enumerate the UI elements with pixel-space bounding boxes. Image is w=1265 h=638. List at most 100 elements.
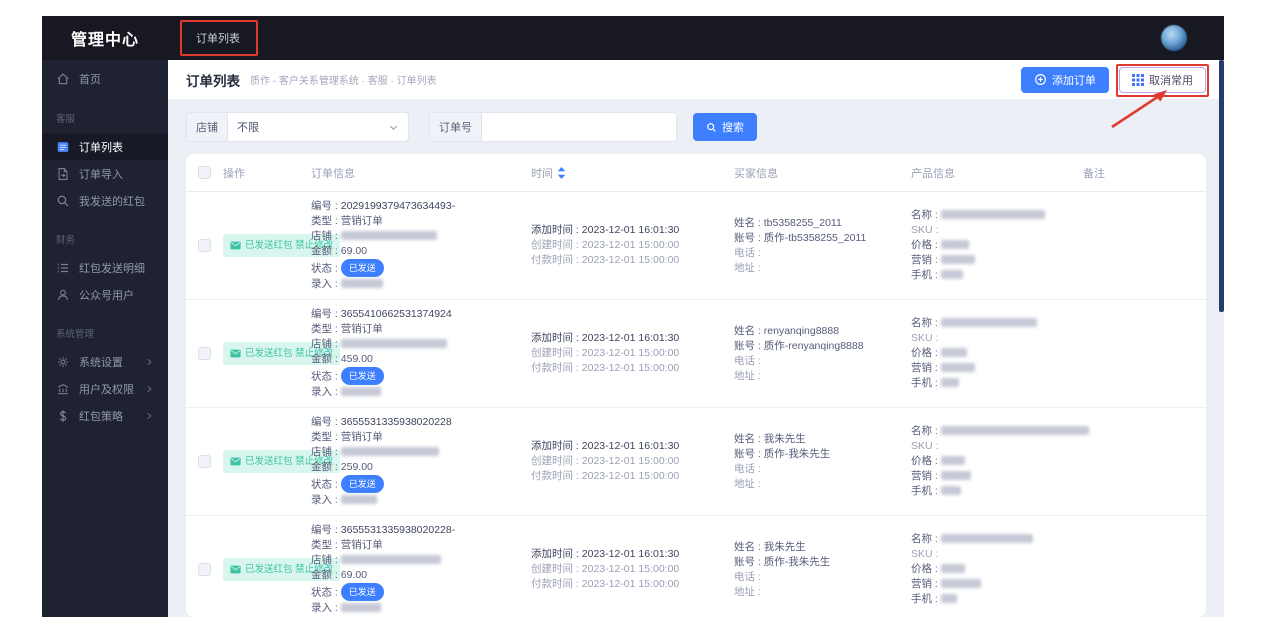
- field-value: 2023-12-01 15:00:00: [581, 455, 680, 467]
- redacted-value: [940, 210, 1045, 219]
- sidebar-item-label: 订单导入: [79, 168, 123, 181]
- field-value: 2023-12-01 15:00:00: [581, 578, 680, 590]
- search-button[interactable]: 搜索: [693, 113, 757, 141]
- order-no-line: 编号 : 3655410662531374924: [311, 307, 527, 322]
- row-checkbox[interactable]: [198, 239, 211, 252]
- time-paid-line: 付款时间 : 2023-12-01 15:00:00: [531, 361, 730, 376]
- sort-icon[interactable]: [557, 166, 566, 179]
- field-value: 3655531335938020228: [340, 416, 452, 428]
- field-label: 金额 :: [311, 245, 341, 257]
- buyer-phone-line: 电话 :: [734, 570, 907, 585]
- field-label: 类型 :: [311, 215, 341, 227]
- product-marketing-line: 营销 :: [911, 577, 1079, 592]
- redacted-value: [940, 486, 961, 495]
- field-value: 2023-12-01 16:01:30: [581, 224, 680, 236]
- field-label: 账号 :: [734, 447, 764, 460]
- product-info-cell: 名称 : SKU : 价格 : 营销 : 手机 :: [911, 516, 1083, 617]
- vertical-scrollbar-thumb[interactable]: [1219, 60, 1224, 312]
- sidebar-item[interactable]: 红包策略: [42, 402, 168, 429]
- order-info-cell: 编号 : 3655531335938020228- 类型 : 营销订单 店铺 : 金…: [311, 516, 531, 617]
- redacted-value: [940, 363, 975, 372]
- product-phone-line: 手机 :: [911, 268, 1079, 283]
- user-avatar[interactable]: [1161, 25, 1187, 51]
- order-no-filter-label: 订单号: [430, 113, 482, 141]
- product-marketing-line: 营销 :: [911, 469, 1079, 484]
- sidebar-item-home[interactable]: 首页: [42, 65, 168, 93]
- table-row: 已发送红包 禁止修改 编号 : 3655531335938020228- 类型 : …: [186, 516, 1206, 617]
- shop-select[interactable]: 不限: [228, 113, 408, 141]
- search-icon: [56, 194, 70, 208]
- field-label: 状态 :: [311, 586, 341, 599]
- sidebar-section-label: 客服: [56, 114, 76, 125]
- order-type-line: 类型 : 营销订单: [311, 430, 527, 445]
- cancel-favorite-button[interactable]: 取消常用: [1116, 63, 1209, 97]
- order-no-filter: 订单号: [429, 112, 677, 142]
- row-check-cell: [198, 408, 223, 515]
- order-entry-line: 录入 :: [311, 385, 527, 400]
- field-label: 电话 :: [734, 354, 761, 367]
- row-check-cell: [198, 516, 223, 617]
- buyer-name-line: 姓名 : 我朱先生: [734, 540, 907, 555]
- select-all-checkbox[interactable]: [198, 166, 211, 179]
- add-order-button[interactable]: 添加订单: [1021, 66, 1109, 93]
- row-checkbox[interactable]: [198, 347, 211, 360]
- redacted-value: [340, 231, 437, 240]
- time-cell: 添加时间 : 2023-12-01 16:01:30 创建时间 : 2023-12…: [531, 516, 734, 617]
- sidebar-item-label: 订单列表: [79, 141, 123, 154]
- row-checkbox[interactable]: [198, 455, 211, 468]
- field-label: 状态 :: [311, 370, 341, 383]
- field-label: 付款时间 :: [531, 470, 582, 482]
- sidebar-item[interactable]: 订单列表: [42, 133, 168, 160]
- cancel-favorite-label: 取消常用: [1149, 74, 1193, 87]
- col-note: 备注: [1083, 167, 1105, 180]
- product-name-line: 名称 :: [911, 532, 1079, 547]
- redacted-value: [940, 426, 1089, 435]
- sidebar-item[interactable]: 我发送的红包: [42, 187, 168, 214]
- sidebar-section: 财务 红包发送明细 公众号用户: [42, 232, 168, 308]
- field-label: 地址 :: [734, 585, 761, 598]
- sidebar-item[interactable]: 用户及权限: [42, 375, 168, 402]
- tab-order-list[interactable]: 订单列表: [180, 20, 258, 56]
- product-marketing-line: 营销 :: [911, 253, 1079, 268]
- buyer-address-line: 地址 :: [734, 369, 907, 384]
- operation-cell: 已发送红包 禁止修改: [223, 192, 341, 299]
- field-value: 营销订单: [340, 431, 383, 443]
- envelope-icon: [230, 457, 241, 466]
- field-label: 名称 :: [911, 425, 941, 437]
- product-price-line: 价格 :: [911, 562, 1079, 577]
- user-icon: [56, 288, 70, 302]
- order-no-input[interactable]: [482, 113, 676, 141]
- redacted-value: [940, 348, 967, 357]
- col-buyer-info: 买家信息: [734, 167, 778, 180]
- chevron-right-icon: [144, 411, 154, 421]
- field-label: 类型 :: [311, 323, 341, 335]
- field-label: 电话 :: [734, 570, 761, 583]
- redacted-value: [940, 579, 981, 588]
- sidebar-item[interactable]: 公众号用户: [42, 281, 168, 308]
- sidebar-item[interactable]: 订单导入: [42, 160, 168, 187]
- row-checkbox[interactable]: [198, 563, 211, 576]
- field-label: 地址 :: [734, 477, 761, 490]
- plus-circle-icon: [1034, 73, 1047, 86]
- field-label: 编号 :: [311, 524, 341, 536]
- table-body: 已发送红包 禁止修改 编号 : 2029199379473634493- 类型 : …: [186, 192, 1206, 617]
- field-label: 状态 :: [311, 262, 341, 275]
- page: 管理中心 订单列表 首页 客服 订单列表 订单导入 我发送的红包 财务 红包发送明细 公众号用…: [0, 0, 1265, 638]
- field-label: 录入 :: [311, 386, 341, 398]
- sidebar-section: 系统管理 系统设置 用户及权限 红包策略: [42, 326, 168, 429]
- order-no-line: 编号 : 3655531335938020228-: [311, 523, 527, 538]
- field-label: 姓名 :: [734, 324, 764, 337]
- field-label: 录入 :: [311, 602, 341, 614]
- table-row: 已发送红包 禁止修改 编号 : 3655531335938020228 类型 : 营…: [186, 408, 1206, 516]
- order-amount-line: 金额 : 69.00: [311, 244, 527, 259]
- field-label: 手机 :: [911, 269, 941, 281]
- sidebar-item[interactable]: 红包发送明细: [42, 254, 168, 281]
- envelope-icon: [230, 349, 241, 358]
- field-value: 2023-12-01 16:01:30: [581, 548, 680, 560]
- field-label: 状态 :: [311, 478, 341, 491]
- field-value: 我朱先生: [763, 432, 806, 445]
- field-value: 我朱先生: [763, 540, 806, 553]
- status-badge: 已发送: [340, 475, 384, 493]
- field-label: 账号 :: [734, 231, 764, 244]
- sidebar-item[interactable]: 系统设置: [42, 348, 168, 375]
